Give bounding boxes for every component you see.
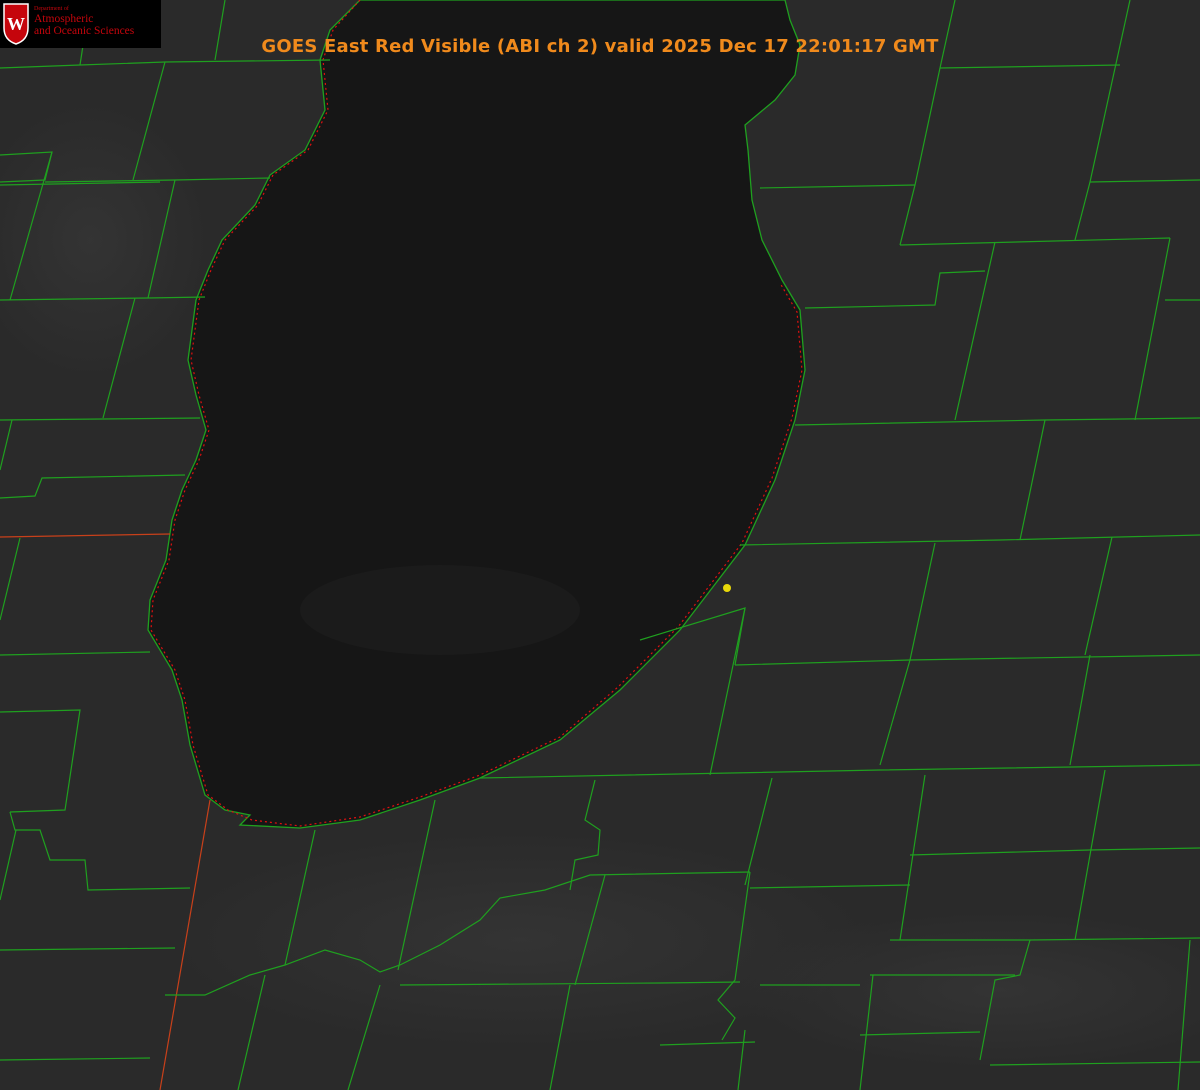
crest-letter: W xyxy=(7,14,25,34)
logo-dept-line: Department of xyxy=(34,6,69,12)
lake-texture xyxy=(300,565,580,655)
yellow-dot-marker-icon xyxy=(723,584,731,592)
satellite-map xyxy=(0,0,1200,1090)
logo-name-line1: Atmospheric xyxy=(34,13,94,25)
logo-text: Department of Atmospheric and Oceanic Sc… xyxy=(34,6,134,37)
image-title: GOES East Red Visible (ABI ch 2) valid 2… xyxy=(261,36,939,57)
